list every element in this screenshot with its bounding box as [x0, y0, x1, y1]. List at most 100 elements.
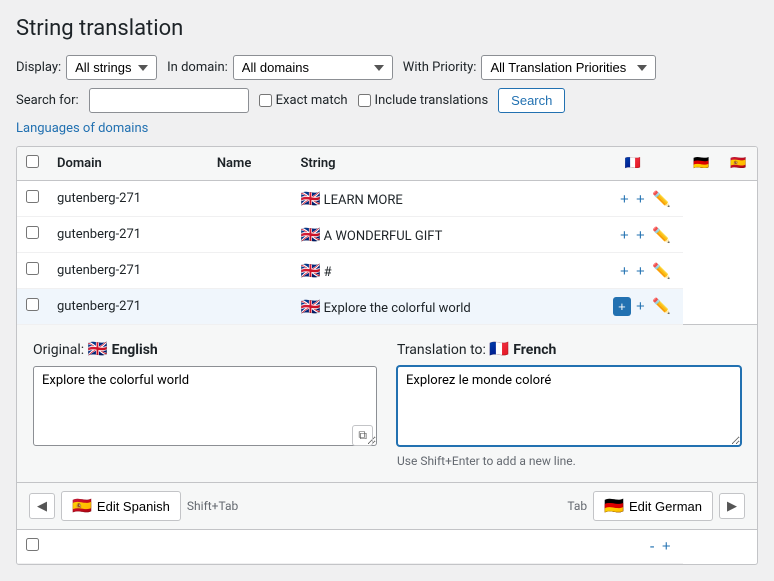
row-checkbox-1[interactable] [26, 190, 39, 203]
translation-hint: Use Shift+Enter to add a new line. [397, 454, 741, 468]
row-check-5 [17, 530, 47, 564]
row-check-2 [17, 217, 47, 253]
edit-btn-2[interactable]: ✏️ [650, 226, 673, 244]
languages-link[interactable]: Languages of domains [16, 121, 148, 136]
original-col: Original: 🇬🇧 English Explore the colorfu… [33, 339, 377, 468]
row-check-4 [17, 289, 47, 325]
row-checkbox-5[interactable] [26, 538, 39, 551]
edit-german-button[interactable]: 🇩🇪 Edit German [593, 491, 713, 521]
edit-spanish-label: Edit Spanish [97, 499, 170, 514]
header-flag-fr: 🇫🇷 [583, 147, 683, 181]
original-flag: 🇬🇧 [88, 339, 112, 358]
row-domain-3: gutenberg-271 [47, 253, 207, 289]
table-row: gutenberg-271 🇬🇧 Explore the colorful wo… [17, 289, 757, 325]
add-de-btn-5[interactable]: - [648, 538, 657, 555]
row-string-1: 🇬🇧 LEARN MORE [291, 181, 583, 217]
row-check-3 [17, 253, 47, 289]
translation-flag: 🇫🇷 [489, 339, 513, 358]
table-header-row: Domain Name String 🇫🇷 🇩🇪 🇪🇸 [17, 147, 757, 181]
german-flag-icon: 🇩🇪 [604, 496, 624, 516]
translation-panel-cell: Original: 🇬🇧 English Explore the colorfu… [17, 325, 757, 530]
original-textarea: Explore the colorful world [33, 366, 377, 446]
add-fr-btn-2[interactable]: + [618, 227, 631, 244]
priority-label: With Priority: [403, 60, 477, 75]
original-textarea-wrapper: Explore the colorful world ⧉ [33, 366, 377, 450]
translation-inner: Original: 🇬🇧 English Explore the colorfu… [17, 325, 757, 482]
controls-bar: Display: All strings In domain: All doma… [16, 55, 758, 80]
row-check-1 [17, 181, 47, 217]
row-string-2: 🇬🇧 A WONDERFUL GIFT [291, 217, 583, 253]
strings-table: Domain Name String 🇫🇷 🇩🇪 🇪🇸 gutenberg-27… [17, 147, 757, 564]
include-translations-label[interactable]: Include translations [358, 93, 489, 108]
spanish-flag-icon: 🇪🇸 [72, 496, 92, 516]
header-string: String [291, 147, 583, 181]
display-select[interactable]: All strings [66, 55, 157, 80]
table-row: gutenberg-271 🇬🇧 # + + ✏️ [17, 253, 757, 289]
nav-bar: ◀ 🇪🇸 Edit Spanish Shift+Tab Tab [17, 482, 757, 529]
header-domain: Domain [47, 147, 207, 181]
domain-label: In domain: [167, 60, 228, 75]
translation-label: Translation to: 🇫🇷 French [397, 339, 741, 358]
add-de-btn-2[interactable]: + [634, 227, 647, 244]
search-button[interactable]: Search [498, 88, 565, 113]
table-row: gutenberg-271 🇬🇧 LEARN MORE + + ✏️ [17, 181, 757, 217]
row-domain-5 [47, 530, 207, 564]
original-label: Original: 🇬🇧 English [33, 339, 377, 358]
row-actions-2: + + ✏️ [583, 217, 683, 253]
domain-select[interactable]: All domains [233, 55, 393, 80]
row-checkbox-2[interactable] [26, 226, 39, 239]
priority-group: With Priority: All Translation Prioritie… [403, 55, 657, 80]
edit-btn-1[interactable]: ✏️ [650, 190, 673, 208]
row-actions-3: + + ✏️ [583, 253, 683, 289]
header-name: Name [207, 147, 291, 181]
edit-spanish-button[interactable]: 🇪🇸 Edit Spanish [61, 491, 181, 521]
row-checkbox-4[interactable] [26, 298, 39, 311]
row-checkbox-3[interactable] [26, 262, 39, 275]
add-de-btn-1[interactable]: + [634, 191, 647, 208]
exact-match-checkbox[interactable] [259, 94, 272, 107]
search-row: Search for: Exact match Include translat… [16, 88, 758, 113]
edit-btn-4[interactable]: ✏️ [650, 297, 673, 315]
domain-group: In domain: All domains [167, 55, 393, 80]
copy-button[interactable]: ⧉ [352, 425, 373, 446]
exact-match-label[interactable]: Exact match [259, 93, 348, 108]
prev-arrow-button[interactable]: ◀ [29, 493, 55, 519]
nav-left: ◀ 🇪🇸 Edit Spanish Shift+Tab [29, 491, 238, 521]
translation-panel-row: Original: 🇬🇧 English Explore the colorfu… [17, 325, 757, 530]
translation-lang: French [513, 342, 556, 358]
display-group: Display: All strings [16, 55, 157, 80]
translation-textarea[interactable]: Explorez le monde coloré [397, 366, 741, 446]
row-domain-4: gutenberg-271 [47, 289, 207, 325]
include-translations-checkbox[interactable] [358, 94, 371, 107]
table-row: gutenberg-271 🇬🇧 A WONDERFUL GIFT + + ✏️ [17, 217, 757, 253]
row-string-5 [291, 530, 583, 564]
search-label: Search for: [16, 93, 79, 108]
add-de-btn-3[interactable]: + [634, 263, 647, 280]
header-flag-de: 🇩🇪 [683, 147, 720, 181]
row-actions-4: + + ✏️ [583, 289, 683, 325]
row-actions-1: + + ✏️ [583, 181, 683, 217]
search-input[interactable] [89, 88, 249, 113]
priority-select[interactable]: All Translation Priorities [481, 55, 656, 80]
display-label: Display: [16, 60, 61, 75]
add-fr-btn-1[interactable]: + [618, 191, 631, 208]
row-name-3 [207, 253, 291, 289]
row-name-5 [207, 530, 291, 564]
row-actions-5: - + [583, 530, 683, 564]
row-name-1 [207, 181, 291, 217]
row-string-4: 🇬🇧 Explore the colorful world [291, 289, 583, 325]
select-all-checkbox[interactable] [26, 155, 39, 168]
tab-label: Tab [567, 499, 587, 513]
edit-german-label: Edit German [629, 499, 702, 514]
edit-btn-3[interactable]: ✏️ [650, 262, 673, 280]
shortcut-prev-hint: Shift+Tab [187, 499, 238, 513]
translation-col: Translation to: 🇫🇷 French Explorez le mo… [397, 339, 741, 468]
add-es-btn-5[interactable]: + [660, 538, 673, 555]
row-name-2 [207, 217, 291, 253]
header-check [17, 147, 47, 181]
add-fr-btn-3[interactable]: + [618, 263, 631, 280]
add-de-btn-4[interactable]: + [634, 298, 647, 315]
add-fr-btn-4-active[interactable]: + [613, 297, 631, 316]
table-wrapper: Domain Name String 🇫🇷 🇩🇪 🇪🇸 gutenberg-27… [16, 146, 758, 565]
next-arrow-button[interactable]: ▶ [719, 493, 745, 519]
